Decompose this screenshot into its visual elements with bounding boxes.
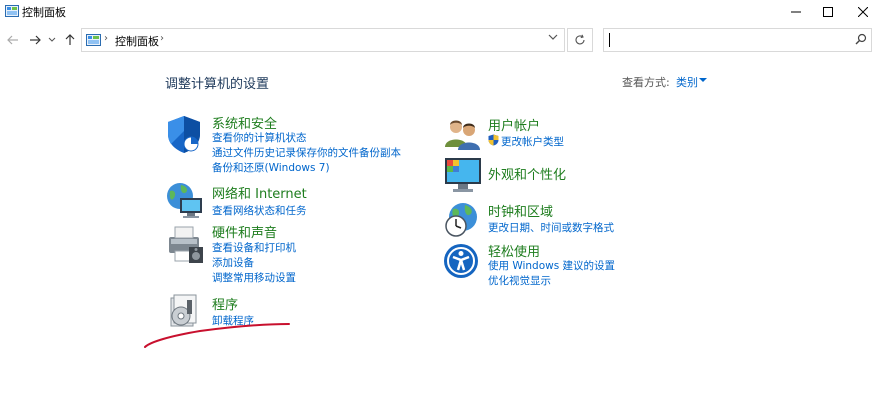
search-input[interactable]: [608, 32, 848, 48]
view-by-label: 查看方式:: [622, 76, 670, 89]
breadcrumb-separator[interactable]: ›: [160, 33, 164, 44]
arrow-left-icon: [7, 35, 18, 45]
ease-of-access-icon[interactable]: [443, 243, 479, 279]
link-change-date-time-format[interactable]: 更改日期、时间或数字格式: [488, 220, 614, 235]
annotation-underline-stroke: [144, 323, 290, 348]
network-globe-icon[interactable]: [165, 181, 205, 219]
link-view-computer-status[interactable]: 查看你的计算机状态: [212, 130, 307, 145]
link-change-account-type[interactable]: 更改帐户类型: [501, 134, 564, 149]
clock-globe-icon[interactable]: [443, 201, 481, 239]
close-button[interactable]: [846, 0, 880, 24]
category-clock-region[interactable]: 时钟和区域: [488, 201, 553, 220]
category-hardware-sound[interactable]: 硬件和声音: [212, 222, 277, 241]
category-appearance-personalization[interactable]: 外观和个性化: [488, 164, 566, 183]
arrow-up-icon: [65, 34, 75, 45]
maximize-icon: [823, 7, 833, 17]
minimize-button[interactable]: [779, 0, 813, 24]
control-panel-icon: [5, 5, 19, 17]
refresh-button[interactable]: [567, 28, 593, 52]
back-button[interactable]: [4, 30, 22, 50]
category-network-internet[interactable]: 网络和 Internet: [212, 183, 307, 202]
control-panel-icon: [86, 34, 101, 46]
link-windows-recommended-settings[interactable]: 使用 Windows 建议的设置: [488, 258, 615, 273]
link-mobility-settings[interactable]: 调整常用移动设置: [212, 270, 296, 285]
minimize-icon: [791, 11, 801, 13]
uac-shield-icon: [488, 134, 499, 146]
refresh-icon: [575, 34, 585, 45]
forward-button[interactable]: [26, 30, 44, 50]
search-box[interactable]: [603, 28, 872, 52]
triangle-down-icon[interactable]: [699, 78, 707, 82]
arrow-right-icon: [30, 35, 41, 45]
chevron-down-icon: [48, 37, 56, 42]
programs-disc-icon[interactable]: [168, 292, 202, 330]
maximize-button[interactable]: [811, 0, 845, 24]
window-title: 控制面板: [22, 6, 66, 19]
chevron-down-icon[interactable]: [548, 33, 558, 41]
page-title: 调整计算机的设置: [165, 77, 270, 92]
link-optimize-visual-display[interactable]: 优化视觉显示: [488, 273, 551, 288]
printer-speaker-icon[interactable]: [165, 223, 205, 265]
link-devices-printers[interactable]: 查看设备和打印机: [212, 240, 296, 255]
link-add-device[interactable]: 添加设备: [212, 255, 254, 270]
navigation-bar: › 控制面板 ›: [0, 26, 883, 54]
address-bar[interactable]: › 控制面板 ›: [81, 28, 565, 52]
category-user-accounts[interactable]: 用户帐户: [488, 115, 540, 134]
breadcrumb-control-panel[interactable]: 控制面板: [115, 33, 159, 49]
link-file-history[interactable]: 通过文件历史记录保存你的文件备份副本: [212, 145, 401, 160]
shield-icon[interactable]: [165, 114, 203, 154]
search-icon[interactable]: [855, 33, 867, 45]
appearance-monitor-icon[interactable]: [443, 156, 483, 194]
close-icon: [858, 7, 868, 17]
title-bar: 控制面板: [0, 0, 883, 24]
up-button[interactable]: [61, 30, 79, 50]
breadcrumb-separator[interactable]: ›: [104, 33, 108, 44]
recent-locations-button[interactable]: [46, 30, 58, 50]
category-programs[interactable]: 程序: [212, 294, 238, 313]
link-network-status[interactable]: 查看网络状态和任务: [212, 203, 307, 218]
link-backup-restore[interactable]: 备份和还原(Windows 7): [212, 160, 330, 175]
user-accounts-icon[interactable]: [443, 117, 481, 151]
link-uninstall-program[interactable]: 卸载程序: [212, 313, 254, 328]
view-by-dropdown[interactable]: 类别: [676, 74, 698, 90]
